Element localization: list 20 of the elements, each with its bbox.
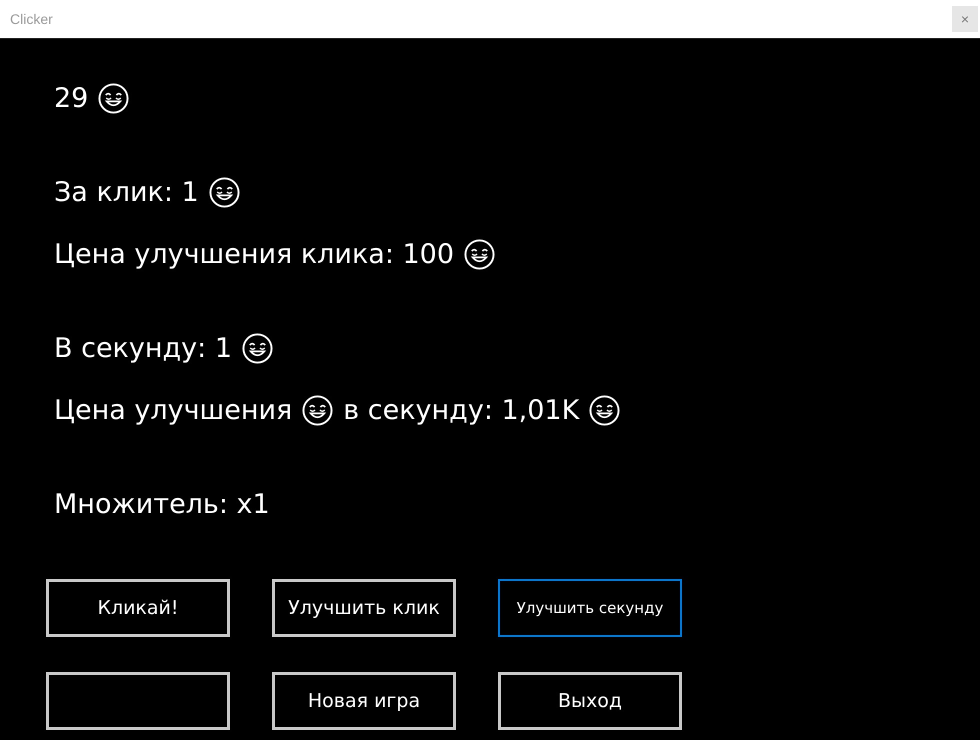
game-button[interactable]: [46, 672, 230, 730]
stat-text: Цена улучшения клика: 100: [54, 238, 454, 270]
game-button[interactable]: Улучшить секунду: [498, 579, 682, 637]
window-title: Clicker: [10, 11, 53, 27]
smiley-icon: [242, 332, 274, 364]
stat-text: Цена улучшения: [54, 394, 292, 426]
smiley-icon: [589, 394, 620, 426]
smiley-icon: [98, 82, 130, 114]
game-button[interactable]: Улучшить клик: [272, 579, 456, 637]
stat-text: Множитель: x1: [54, 488, 270, 520]
smiley-icon: [302, 394, 334, 426]
game-button[interactable]: Новая игра: [272, 672, 456, 730]
game-button[interactable]: Кликай!: [46, 579, 230, 637]
smiley-icon: [208, 176, 240, 208]
stat-text: 29: [54, 82, 88, 114]
game-button[interactable]: Выход: [498, 672, 682, 730]
stat-text: в секунду: 1,01K: [343, 394, 580, 426]
stat-text: В секунду: 1: [54, 332, 232, 364]
stat-text: За клик: 1: [54, 176, 199, 208]
smiley-icon: [464, 238, 496, 270]
